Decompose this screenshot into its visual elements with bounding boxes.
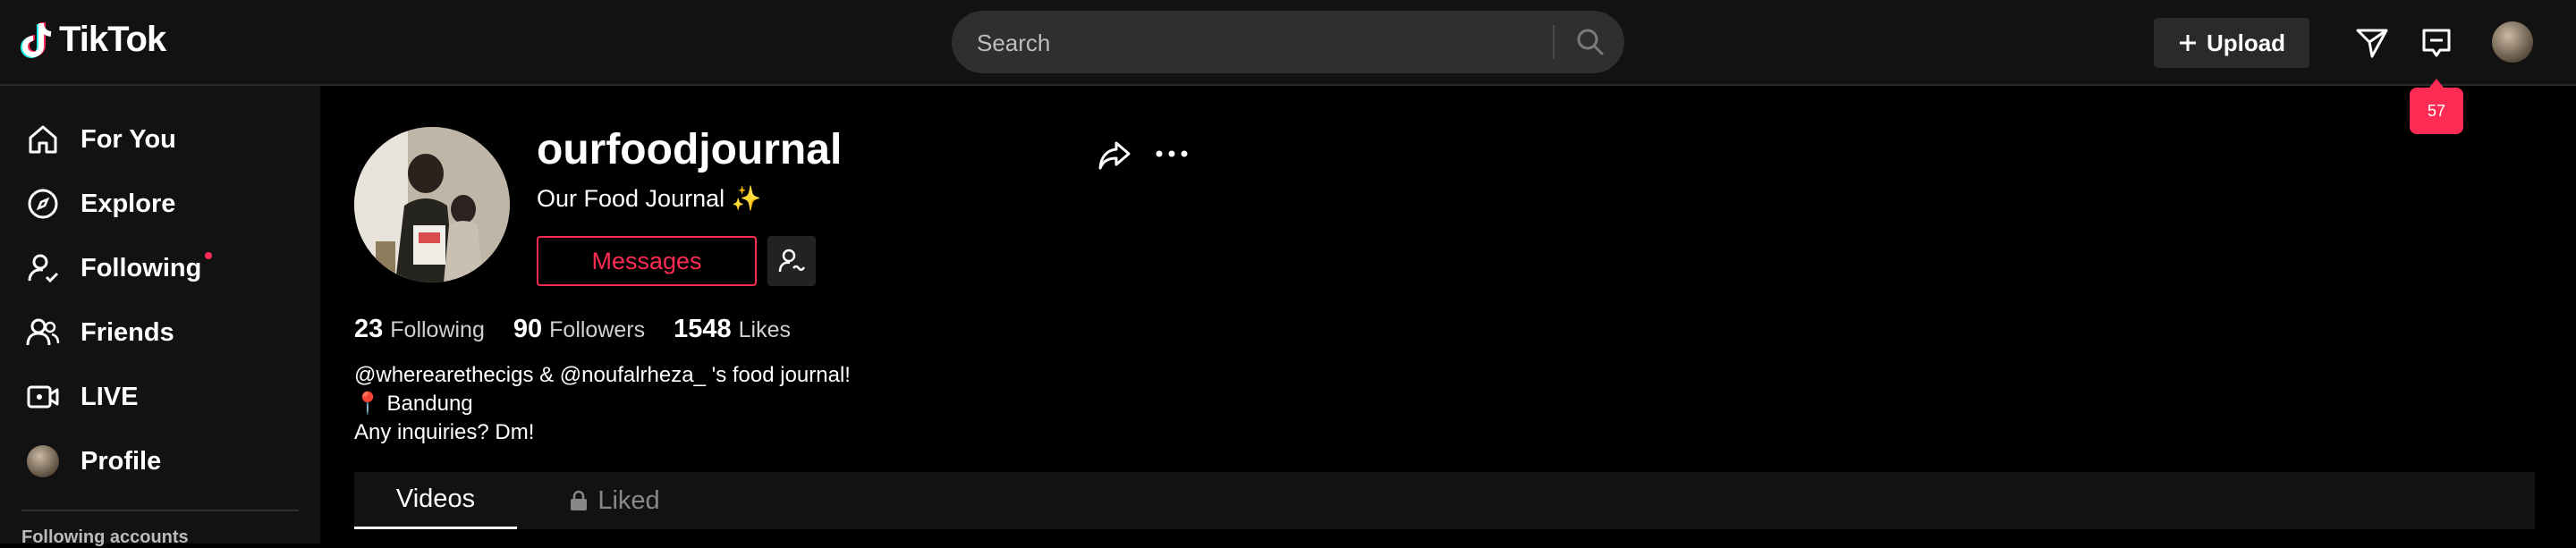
logo-text: TikTok (59, 20, 166, 59)
stat-value: 90 (513, 315, 543, 343)
sidebar-item-label: Friends (80, 317, 174, 347)
stat-value: 23 (354, 315, 384, 343)
avatar (25, 443, 61, 479)
message-count: 57 (2427, 101, 2446, 120)
messages-button-label: Messages (591, 247, 702, 274)
tab-videos[interactable]: Videos (354, 472, 517, 529)
sidebar: For You Explore Following Friends LIVE P… (0, 86, 320, 547)
inbox-button[interactable] (2351, 21, 2394, 64)
tab-label: Liked (597, 485, 660, 515)
profile-nickname: Our Food Journal ✨ (537, 185, 762, 212)
sidebar-item-label: Profile (80, 446, 162, 476)
stat-value: 1548 (674, 315, 732, 343)
search-bar (952, 11, 1624, 75)
sidebar-item-live[interactable]: LIVE (25, 372, 138, 422)
stat-following[interactable]: 23 Following (354, 315, 485, 344)
share-icon (1098, 141, 1131, 170)
upload-label: Upload (2206, 29, 2286, 56)
sidebar-item-explore[interactable]: Explore (25, 179, 175, 229)
bio-line: @wherearethecigs & @noufalrheza_ 's food… (354, 363, 851, 387)
sidebar-item-label: LIVE (80, 382, 139, 411)
search-input[interactable] (975, 11, 1605, 75)
tab-label: Videos (395, 485, 476, 513)
sidebar-divider (21, 510, 299, 511)
profile-username: ourfoodjournal (537, 126, 843, 173)
sidebar-item-label: Following (80, 253, 202, 282)
more-button[interactable] (1154, 145, 1190, 167)
message-count-badge: 57 (2410, 79, 2463, 134)
live-icon (25, 379, 61, 415)
stat-label: Likes (738, 317, 792, 342)
notification-dot (205, 252, 213, 259)
profile-bio: @wherearethecigs & @noufalrheza_ 's food… (354, 361, 851, 447)
profile-stats: 23 Following 90 Followers 1548 Likes (354, 315, 791, 344)
top-bar: TikTok Upload (0, 0, 2576, 86)
stat-label: Following (390, 317, 485, 342)
sidebar-item-friends[interactable]: Friends (25, 308, 174, 358)
sidebar-item-profile[interactable]: Profile (25, 436, 161, 486)
lock-icon (571, 490, 588, 510)
user-check-icon (778, 249, 805, 273)
tiktok-logo[interactable]: TikTok (20, 20, 166, 60)
home-icon (25, 122, 61, 157)
sidebar-item-for-you[interactable]: For You (25, 114, 176, 164)
user-avatar[interactable] (2492, 21, 2533, 63)
user-follow-icon (25, 250, 61, 286)
bio-line: Any inquiries? Dm! (354, 420, 535, 444)
search-icon (1577, 29, 1604, 55)
sidebar-item-label: Explore (80, 189, 176, 218)
bio-line: 📍 Bandung (354, 392, 473, 416)
sidebar-item-following[interactable]: Following (25, 243, 228, 293)
search-button[interactable] (1569, 21, 1612, 63)
profile-tabs: Videos Liked (354, 472, 2535, 529)
more-icon (1156, 150, 1188, 157)
send-icon (2356, 29, 2388, 58)
share-button[interactable] (1097, 138, 1132, 178)
following-status-button[interactable] (767, 236, 816, 286)
sidebar-item-label: For You (80, 124, 176, 154)
tab-liked[interactable]: Liked (533, 472, 696, 529)
stat-followers[interactable]: 90 Followers (513, 315, 645, 344)
stat-label: Followers (549, 317, 646, 342)
messages-button[interactable] (2415, 21, 2458, 64)
plus-icon (2179, 35, 2196, 51)
profile-photo (354, 127, 510, 282)
message-icon (2422, 29, 2451, 57)
search-divider (1553, 25, 1555, 59)
profile-avatar[interactable] (354, 127, 510, 282)
following-accounts-title: Following accounts (21, 527, 189, 547)
tiktok-logo-icon (21, 21, 52, 58)
friends-icon (25, 315, 61, 350)
compass-icon (25, 186, 61, 222)
upload-button[interactable]: Upload (2154, 18, 2309, 68)
messages-button[interactable]: Messages (537, 236, 757, 286)
stat-likes: 1548 Likes (674, 315, 791, 344)
